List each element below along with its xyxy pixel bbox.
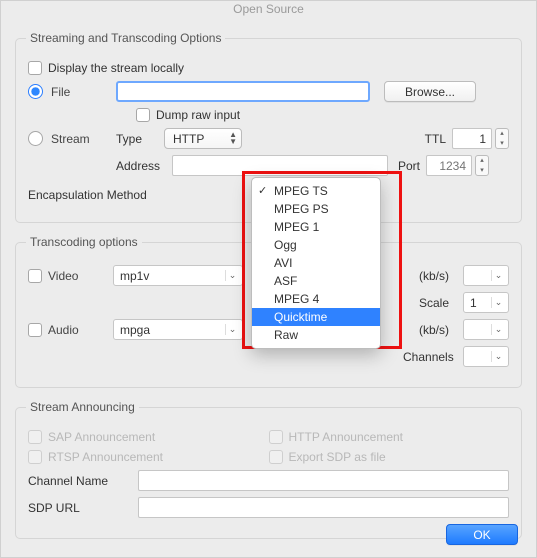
type-label: Type xyxy=(116,132,164,146)
scale-label: Scale xyxy=(419,296,449,310)
output-file-radio[interactable] xyxy=(28,84,43,99)
ok-button[interactable]: OK xyxy=(446,524,518,545)
group-announce-legend: Stream Announcing xyxy=(26,400,139,414)
display-locally-label: Display the stream locally xyxy=(48,61,184,75)
sap-checkbox xyxy=(28,430,42,444)
channel-name-label: Channel Name xyxy=(28,474,138,488)
video-bitrate-combo[interactable]: ⌄ xyxy=(463,265,509,286)
video-label: Video xyxy=(48,269,113,283)
menu-item-label: MPEG 1 xyxy=(274,220,319,234)
port-label: Port xyxy=(398,159,420,173)
audio-codec-combo[interactable]: mpga ⌄ xyxy=(113,319,243,340)
encapsulation-menu-item[interactable]: Raw xyxy=(252,326,380,344)
chevron-down-icon: ⌄ xyxy=(491,270,505,281)
type-select[interactable]: HTTP ▲▼ xyxy=(164,128,242,149)
encapsulation-menu[interactable]: ✓ MPEG TS MPEG PS MPEG 1 Ogg AVI ASF MPEG 4 Quic… xyxy=(251,177,381,349)
sap-label: SAP Announcement xyxy=(48,430,155,444)
encapsulation-menu-item[interactable]: Quicktime xyxy=(252,308,380,326)
stream-radio-label: Stream xyxy=(51,132,116,146)
audio-bitrate-combo[interactable]: ⌄ xyxy=(463,319,509,340)
menu-item-label: AVI xyxy=(274,256,292,270)
address-label: Address xyxy=(116,159,172,173)
chevron-down-icon: ⌄ xyxy=(491,324,505,335)
menu-item-label: MPEG 4 xyxy=(274,292,319,306)
rtsp-label: RTSP Announcement xyxy=(48,450,163,464)
chevron-down-icon: ⌄ xyxy=(225,324,239,335)
address-input[interactable] xyxy=(172,155,388,176)
menu-item-label: Raw xyxy=(274,328,298,342)
dump-raw-label: Dump raw input xyxy=(156,108,240,122)
chevron-down-icon: ⌄ xyxy=(491,297,505,308)
port-stepper[interactable]: ▴▾ xyxy=(475,155,489,176)
ttl-stepper[interactable]: ▴▾ xyxy=(495,128,509,149)
kbps-label: (kb/s) xyxy=(419,269,449,283)
menu-item-label: Quicktime xyxy=(274,310,327,324)
channels-label: Channels xyxy=(403,350,454,364)
scale-value: 1 xyxy=(470,296,477,310)
menu-item-label: MPEG PS xyxy=(274,202,329,216)
chevron-down-icon: ⌄ xyxy=(225,270,239,281)
type-select-value: HTTP xyxy=(173,132,204,146)
tab-open-source[interactable]: Open Source xyxy=(225,0,312,18)
check-icon: ✓ xyxy=(258,184,267,197)
browse-button[interactable]: Browse... xyxy=(384,81,476,102)
dialog-window: Open Source Streaming and Transcoding Op… xyxy=(0,0,537,558)
audio-label: Audio xyxy=(48,323,113,337)
encapsulation-menu-item[interactable]: ✓ MPEG TS xyxy=(252,182,380,200)
encapsulation-label: Encapsulation Method xyxy=(28,188,147,202)
encapsulation-menu-item[interactable]: MPEG 1 xyxy=(252,218,380,236)
http-ann-label: HTTP Announcement xyxy=(289,430,404,444)
export-sdp-label: Export SDP as file xyxy=(289,450,386,464)
encapsulation-menu-item[interactable]: Ogg xyxy=(252,236,380,254)
display-locally-checkbox[interactable] xyxy=(28,61,42,75)
file-path-input[interactable] xyxy=(116,81,370,102)
encapsulation-menu-item[interactable]: ASF xyxy=(252,272,380,290)
port-input[interactable] xyxy=(426,155,472,176)
channels-combo[interactable]: ⌄ xyxy=(463,346,509,367)
audio-codec-value: mpga xyxy=(120,323,150,337)
chevron-down-icon: ⌄ xyxy=(491,351,505,362)
encapsulation-menu-item[interactable]: MPEG 4 xyxy=(252,290,380,308)
kbps-label: (kb/s) xyxy=(419,323,449,337)
ttl-label: TTL xyxy=(425,132,446,146)
video-codec-combo[interactable]: mp1v ⌄ xyxy=(113,265,243,286)
video-checkbox[interactable] xyxy=(28,269,42,283)
updown-icon: ▲▼ xyxy=(229,131,237,145)
scale-combo[interactable]: 1 ⌄ xyxy=(463,292,509,313)
group-streaming-legend: Streaming and Transcoding Options xyxy=(26,31,225,45)
output-stream-radio[interactable] xyxy=(28,131,43,146)
channel-name-input[interactable] xyxy=(138,470,509,491)
http-ann-checkbox xyxy=(269,430,283,444)
rtsp-checkbox xyxy=(28,450,42,464)
file-radio-label: File xyxy=(51,85,116,99)
ttl-input[interactable] xyxy=(452,128,492,149)
dump-raw-checkbox[interactable] xyxy=(136,108,150,122)
menu-item-label: MPEG TS xyxy=(274,184,328,198)
group-transcoding-legend: Transcoding options xyxy=(26,235,142,249)
menu-item-label: Ogg xyxy=(274,238,297,252)
audio-checkbox[interactable] xyxy=(28,323,42,337)
sdp-url-label: SDP URL xyxy=(28,501,138,515)
sdp-url-input[interactable] xyxy=(138,497,509,518)
export-sdp-checkbox xyxy=(269,450,283,464)
encapsulation-menu-item[interactable]: AVI xyxy=(252,254,380,272)
group-announce: Stream Announcing SAP Announcement HTTP … xyxy=(15,400,522,539)
video-codec-value: mp1v xyxy=(120,269,149,283)
encapsulation-menu-item[interactable]: MPEG PS xyxy=(252,200,380,218)
menu-item-label: ASF xyxy=(274,274,297,288)
